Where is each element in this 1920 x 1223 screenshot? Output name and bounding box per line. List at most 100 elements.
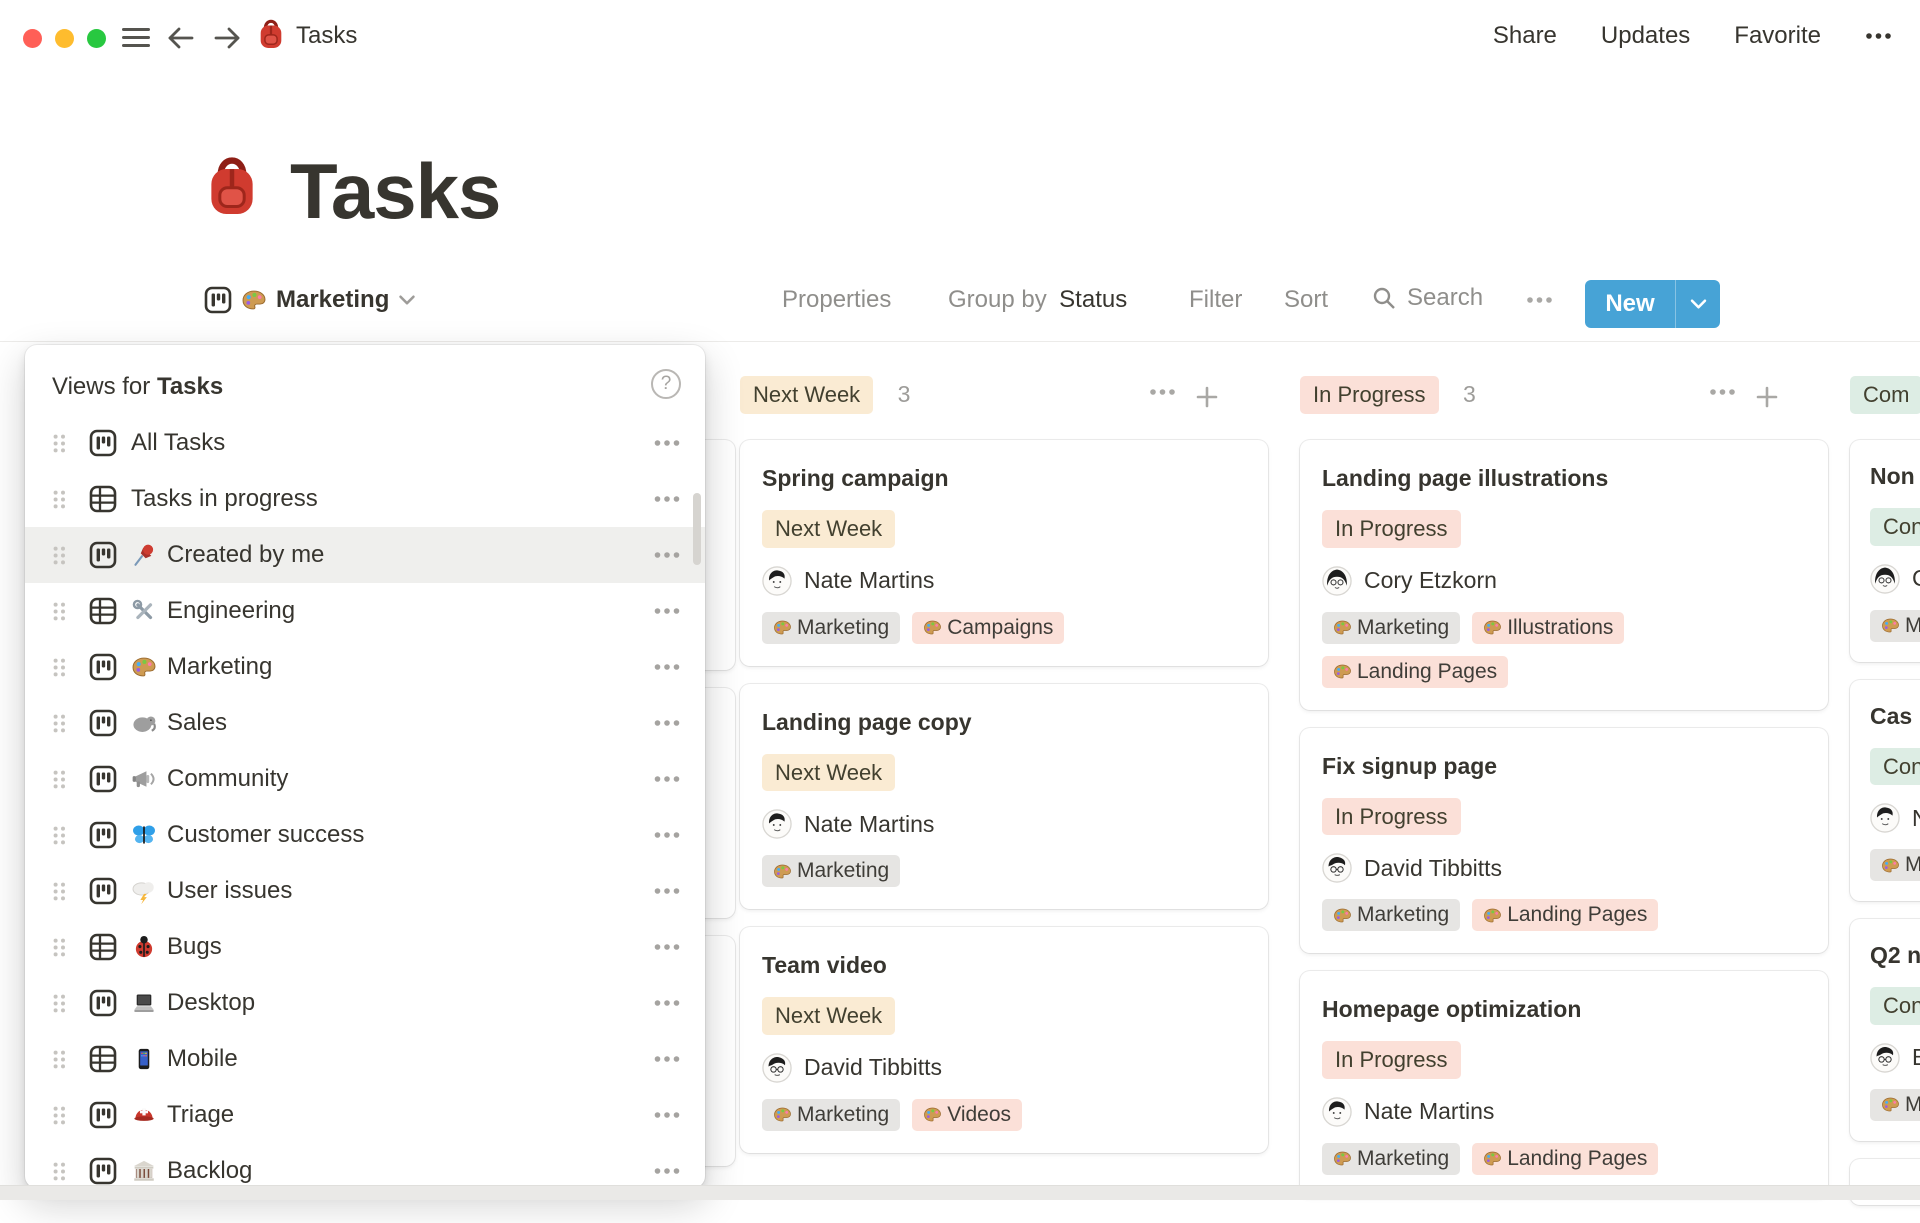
palette-emoji-icon: [1333, 1149, 1352, 1168]
view-more-icon[interactable]: [653, 663, 681, 671]
drag-handle-icon[interactable]: [52, 1049, 67, 1070]
view-more-icon[interactable]: [653, 495, 681, 503]
share-button[interactable]: Share: [1493, 22, 1557, 50]
view-switcher[interactable]: Marketing: [204, 286, 416, 314]
drag-handle-icon[interactable]: [52, 601, 67, 622]
chevron-down-icon: [398, 294, 416, 306]
column-count: 3: [898, 381, 911, 407]
task-card[interactable]: Spring campaign Next Week Nate Martins M…: [740, 440, 1268, 666]
task-card[interactable]: Team video Next Week David Tibbitts Mark…: [740, 927, 1268, 1153]
view-more-icon[interactable]: [653, 1167, 681, 1175]
view-more-icon[interactable]: [653, 1055, 681, 1063]
view-more-icon[interactable]: [653, 551, 681, 559]
view-row-bugs[interactable]: Bugs: [25, 919, 705, 975]
column-more-icon[interactable]: [1709, 388, 1736, 396]
view-row-user-issues[interactable]: User issues: [25, 863, 705, 919]
card-assignee: Nate Martins: [1322, 1097, 1806, 1127]
palette-emoji-icon: [1483, 1149, 1502, 1168]
task-card[interactable]: Q2 n Con B M: [1850, 919, 1920, 1141]
new-dropdown-button[interactable]: [1676, 298, 1720, 310]
drag-handle-icon[interactable]: [52, 825, 67, 846]
view-row-engineering[interactable]: Engineering: [25, 583, 705, 639]
view-row-community[interactable]: Community: [25, 751, 705, 807]
drag-handle-icon[interactable]: [52, 433, 67, 454]
view-more-icon[interactable]: [653, 831, 681, 839]
view-row-tasks-in-progress[interactable]: Tasks in progress: [25, 471, 705, 527]
task-card[interactable]: Cas Con N M: [1850, 680, 1920, 902]
avatar: [1870, 1043, 1900, 1073]
view-more-icon[interactable]: [653, 439, 681, 447]
task-card[interactable]: Homepage optimization In Progress Nate M…: [1300, 971, 1828, 1197]
view-row-marketing[interactable]: Marketing: [25, 639, 705, 695]
view-row-triage[interactable]: Triage: [25, 1087, 705, 1143]
group-by-button[interactable]: Group by Status: [948, 286, 1127, 314]
panel-scrollbar-thumb[interactable]: [693, 493, 701, 565]
bottom-scroll-strip[interactable]: [0, 1185, 1920, 1200]
drag-handle-icon[interactable]: [52, 1105, 67, 1126]
titlebar-more-icon[interactable]: [1865, 32, 1892, 40]
view-row-desktop[interactable]: Desktop: [25, 975, 705, 1031]
view-row-customer-success[interactable]: Customer success: [25, 807, 705, 863]
view-more-icon[interactable]: [653, 1111, 681, 1119]
view-row-sales[interactable]: Sales: [25, 695, 705, 751]
back-arrow-icon[interactable]: [166, 24, 196, 52]
column-status-badge[interactable]: In Progress: [1300, 376, 1439, 414]
view-row-all-tasks[interactable]: All Tasks: [25, 415, 705, 471]
zoom-button[interactable]: [87, 29, 106, 48]
page-icon-backpack[interactable]: [202, 148, 262, 220]
view-row-created-by-me[interactable]: Created by me: [25, 527, 705, 583]
view-more-icon[interactable]: [653, 607, 681, 615]
page-title[interactable]: Tasks: [290, 146, 500, 237]
card-tags: M: [1870, 1089, 1920, 1121]
butterfly-emoji-icon: [131, 822, 157, 848]
board-view-icon: [89, 989, 117, 1017]
drag-handle-icon[interactable]: [52, 881, 67, 902]
drag-handle-icon[interactable]: [52, 713, 67, 734]
view-more-icon[interactable]: [653, 999, 681, 1007]
view-more-icon[interactable]: [653, 719, 681, 727]
favorite-button[interactable]: Favorite: [1734, 22, 1821, 50]
forward-arrow-icon[interactable]: [212, 24, 242, 52]
column-header: Next Week 3: [740, 376, 1268, 422]
filter-button[interactable]: Filter: [1189, 286, 1242, 314]
assignee-name: Nate Martins: [804, 567, 934, 594]
task-card[interactable]: Non Con C M: [1850, 440, 1920, 662]
view-row-mobile[interactable]: Mobile: [25, 1031, 705, 1087]
view-more-icon[interactable]: [653, 887, 681, 895]
drag-handle-icon[interactable]: [52, 545, 67, 566]
drag-handle-icon[interactable]: [52, 489, 67, 510]
drag-handle-icon[interactable]: [52, 937, 67, 958]
drag-handle-icon[interactable]: [52, 993, 67, 1014]
column-status-badge[interactable]: Next Week: [740, 376, 873, 414]
drag-handle-icon[interactable]: [52, 769, 67, 790]
drag-handle-icon[interactable]: [52, 1161, 67, 1182]
toolbar-more-icon[interactable]: [1526, 296, 1553, 304]
help-icon[interactable]: ?: [651, 369, 681, 399]
new-button[interactable]: New: [1585, 280, 1720, 328]
minimize-button[interactable]: [55, 29, 74, 48]
view-label: Desktop: [167, 989, 653, 1017]
view-label: Created by me: [167, 541, 653, 569]
tag-label: Marketing: [1357, 903, 1449, 927]
column-add-icon[interactable]: [1754, 384, 1780, 410]
column-add-icon[interactable]: [1194, 384, 1220, 410]
sort-button[interactable]: Sort: [1284, 286, 1328, 314]
view-row-backlog[interactable]: Backlog: [25, 1143, 705, 1188]
avatar: [1322, 566, 1352, 596]
column-more-icon[interactable]: [1149, 388, 1176, 396]
view-more-icon[interactable]: [653, 943, 681, 951]
search-button[interactable]: Search: [1372, 284, 1483, 312]
updates-button[interactable]: Updates: [1601, 22, 1690, 50]
drag-handle-icon[interactable]: [52, 657, 67, 678]
task-card[interactable]: Fix signup page In Progress David Tibbit…: [1300, 728, 1828, 954]
task-card[interactable]: Landing page copy Next Week Nate Martins…: [740, 684, 1268, 910]
storm-cloud-emoji-icon: [131, 878, 157, 904]
avatar: [762, 1053, 792, 1083]
column-status-badge[interactable]: Com: [1850, 376, 1920, 414]
task-card[interactable]: Landing page illustrations In Progress C…: [1300, 440, 1828, 710]
card-title: Cas: [1870, 700, 1920, 732]
close-button[interactable]: [23, 29, 42, 48]
view-more-icon[interactable]: [653, 775, 681, 783]
sidebar-menu-icon[interactable]: [122, 28, 150, 52]
properties-button[interactable]: Properties: [782, 286, 891, 314]
